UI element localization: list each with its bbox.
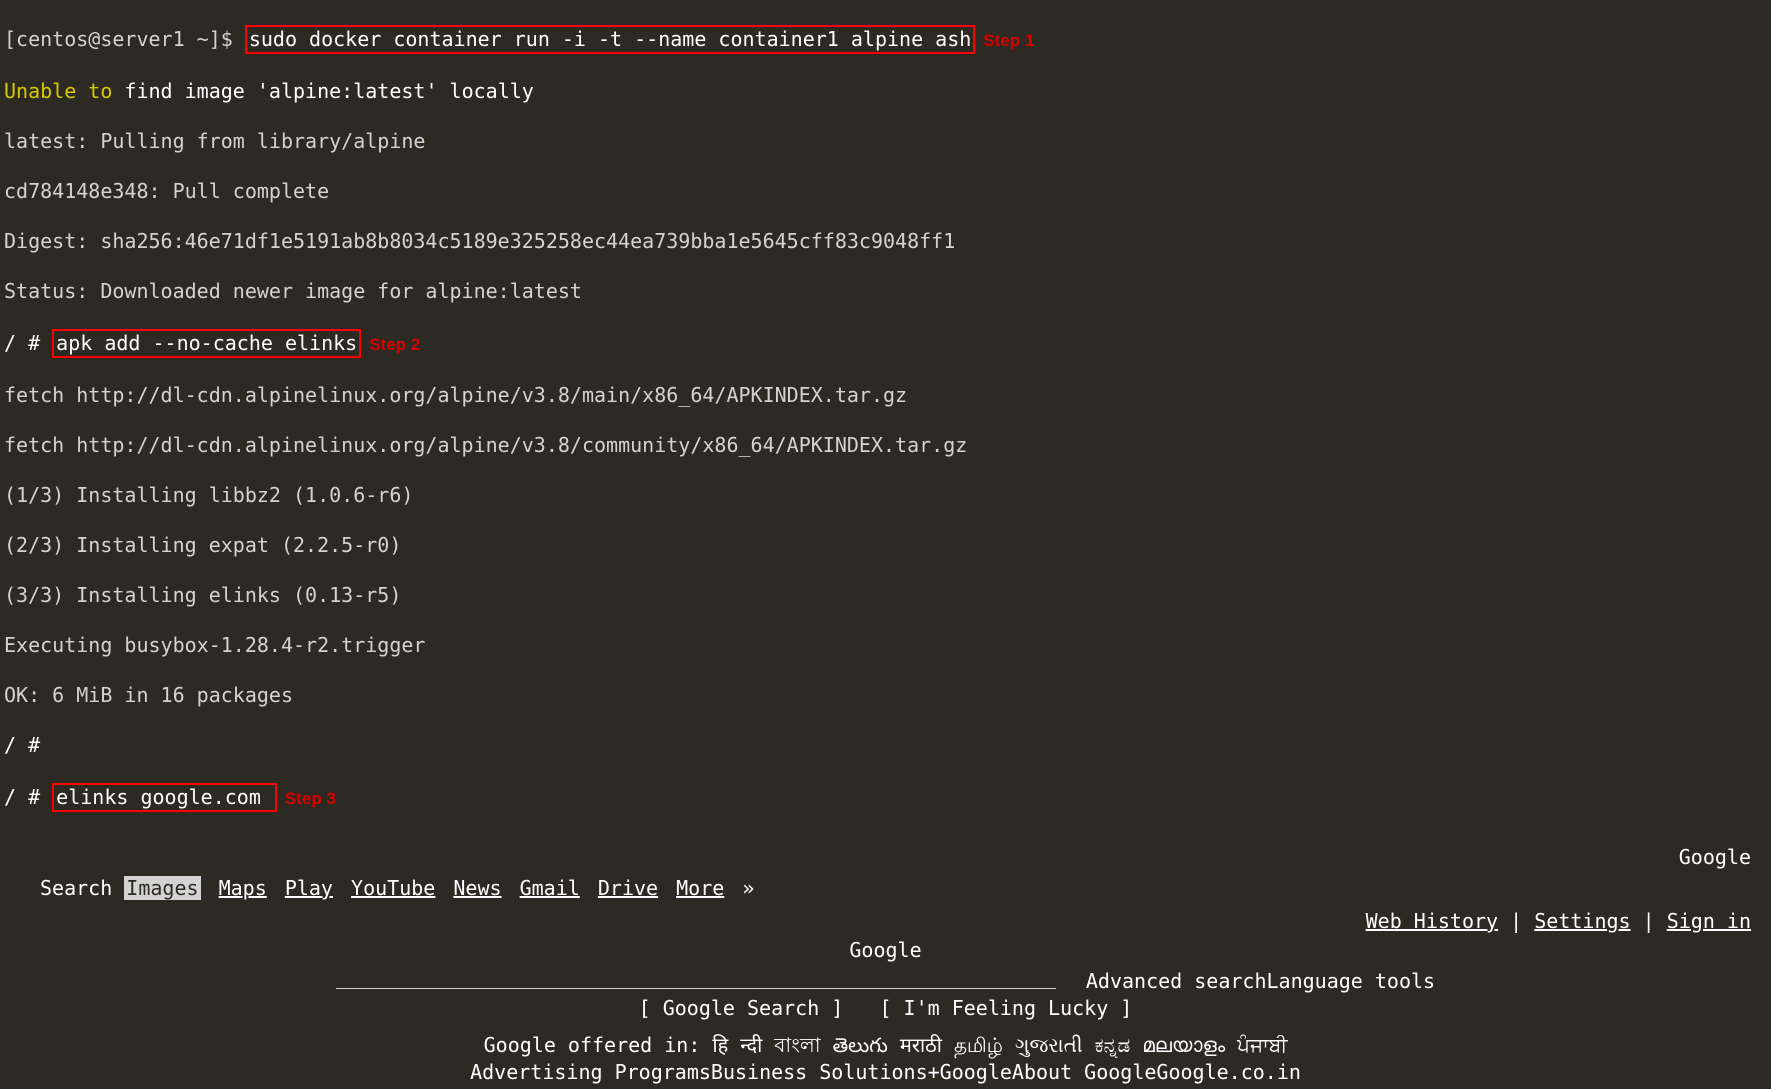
terminal-line: Status: Downloaded newer image for alpin… (4, 279, 1767, 304)
step1-command-box: sudo docker container run -i -t --name c… (245, 25, 975, 54)
nav-play[interactable]: Play (285, 876, 333, 900)
page-title: Google (0, 843, 1771, 872)
feeling-lucky-button[interactable]: [ I'm Feeling Lucky ] (879, 996, 1132, 1020)
terminal-line: Executing busybox-1.28.4-r2.trigger (4, 633, 1767, 658)
google-search-button[interactable]: [ Google Search ] (639, 996, 844, 1020)
link-advanced-search[interactable]: Advanced search (1086, 969, 1267, 993)
step2-command-box: apk add --no-cache elinks (52, 329, 361, 358)
terminal-line: latest: Pulling from library/alpine (4, 129, 1767, 154)
offered-in-languages[interactable]: हि न्दी বাংলা తెలుగు मराठी தமிழ் ગુજરાતી… (700, 1033, 1287, 1057)
step2-command: apk add --no-cache elinks (56, 331, 357, 355)
footer-links[interactable]: Advertising ProgramsBusiness Solutions+G… (0, 1060, 1771, 1089)
terminal-line: cd784148e348: Pull complete (4, 179, 1767, 204)
google-heading: Google (0, 936, 1771, 965)
step2-label: Step 2 (361, 335, 420, 354)
terminal-line: fetch http://dl-cdn.alpinelinux.org/alpi… (4, 433, 1767, 458)
terminal-line: OK: 6 MiB in 16 packages (4, 683, 1767, 708)
shell-prompt: [centos@server1 ~]$ (4, 27, 245, 51)
nav-drive[interactable]: Drive (598, 876, 658, 900)
separator-pipe: | (1510, 909, 1534, 933)
step3-command-box: elinks google.com (52, 783, 277, 812)
nav-news[interactable]: News (453, 876, 501, 900)
separator-pipe: | (1643, 909, 1667, 933)
terminal-line: / # apk add --no-cache elinksStep 2 (4, 329, 1767, 358)
top-nav: Search Images Maps Play YouTube News Gma… (0, 872, 1771, 907)
terminal-line: (2/3) Installing expat (2.2.5-r0) (4, 533, 1767, 558)
step1-label: Step 1 (975, 31, 1034, 50)
terminal-line: fetch http://dl-cdn.alpinelinux.org/alpi… (4, 383, 1767, 408)
terminal-line: Digest: sha256:46e71df1e5191ab8b8034c518… (4, 229, 1767, 254)
link-language-tools[interactable]: Language tools (1267, 969, 1436, 993)
terminal-line: / # elinks google.com Step 3 (4, 783, 1767, 812)
nav-search[interactable]: Search (40, 876, 112, 900)
shell-prompt: / # (4, 331, 52, 355)
elinks-browser-view: Google Search Images Maps Play YouTube N… (0, 837, 1771, 1089)
step3-label: Step 3 (277, 789, 336, 808)
nav-gmail[interactable]: Gmail (520, 876, 580, 900)
terminal-line: / # (4, 733, 1767, 758)
search-input[interactable] (336, 974, 1056, 989)
terminal-line: Unable to find image 'alpine:latest' loc… (4, 79, 1767, 104)
nav-maps[interactable]: Maps (219, 876, 267, 900)
step1-command: sudo docker container run -i -t --name c… (249, 27, 971, 51)
link-web-history[interactable]: Web History (1366, 909, 1498, 933)
link-sign-in[interactable]: Sign in (1667, 909, 1751, 933)
output-text: Unable to (4, 79, 112, 103)
nav-images-selected[interactable]: Images (124, 876, 200, 900)
offered-in-label: Google offered in: (484, 1033, 701, 1057)
right-tools: Advanced searchLanguage tools (1086, 969, 1435, 994)
step3-command: elinks google.com (56, 785, 273, 809)
nav-more-arrow-icon: » (742, 876, 754, 900)
top-right-links: Web History | Settings | Sign in (0, 907, 1771, 936)
terminal-line: (1/3) Installing libbz2 (1.0.6-r6) (4, 483, 1767, 508)
link-settings[interactable]: Settings (1534, 909, 1630, 933)
output-text: find image 'alpine:latest' locally (112, 79, 533, 103)
nav-youtube[interactable]: YouTube (351, 876, 435, 900)
terminal-line: (3/3) Installing elinks (0.13-r5) (4, 583, 1767, 608)
nav-more[interactable]: More (676, 876, 724, 900)
terminal-line: [centos@server1 ~]$ sudo docker containe… (4, 25, 1767, 54)
shell-prompt: / # (4, 785, 52, 809)
